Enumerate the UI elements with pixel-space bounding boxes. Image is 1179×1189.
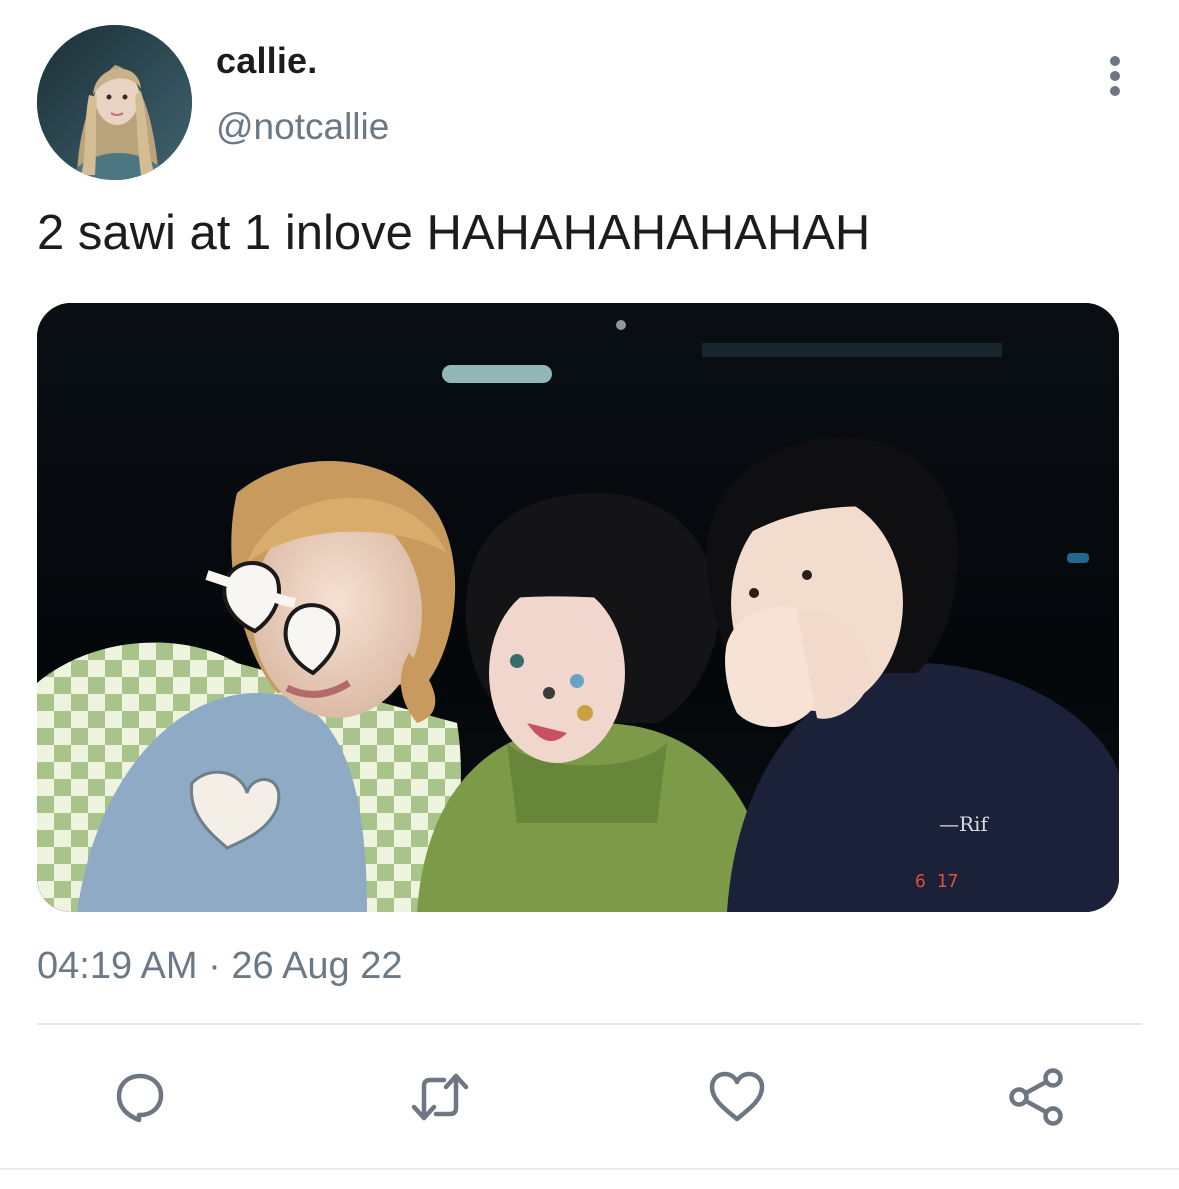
like-button[interactable] [706,1066,768,1128]
profile-photo-icon [37,25,192,180]
user-handle[interactable]: @notcallie [216,106,389,148]
share-button[interactable] [1005,1066,1067,1128]
timestamp-separator: · [208,945,221,987]
photo-signature: —Rif [939,812,989,836]
tweet-time: 04:19 AM [37,945,198,987]
display-name[interactable]: callie. [216,40,317,82]
retweet-arrows-icon [411,1073,469,1121]
heart-icon [709,1071,765,1122]
photo-image: —Rif 6 17 [37,303,1119,912]
retweet-button[interactable] [409,1066,471,1128]
reply-button[interactable] [109,1066,171,1128]
tweet-date: 26 Aug 22 [231,945,403,987]
avatar[interactable] [37,25,192,180]
photo-date-stamp: 6 17 [915,871,958,892]
tweet-card: callie. @notcallie 2 sawi at 1 inlove HA… [0,0,1179,1189]
more-options-icon[interactable] [1100,54,1130,98]
share-nodes-icon [1009,1068,1063,1126]
tweet-text: 2 sawi at 1 inlove HAHAHAHAHAHAH [37,206,871,260]
tweet-timestamp[interactable]: 04:19 AM · 26 Aug 22 [37,945,403,988]
tweet-photo[interactable]: —Rif 6 17 [37,303,1119,912]
divider [37,1023,1142,1025]
card-bottom-border [0,1168,1179,1170]
speech-bubble-icon [116,1073,164,1123]
